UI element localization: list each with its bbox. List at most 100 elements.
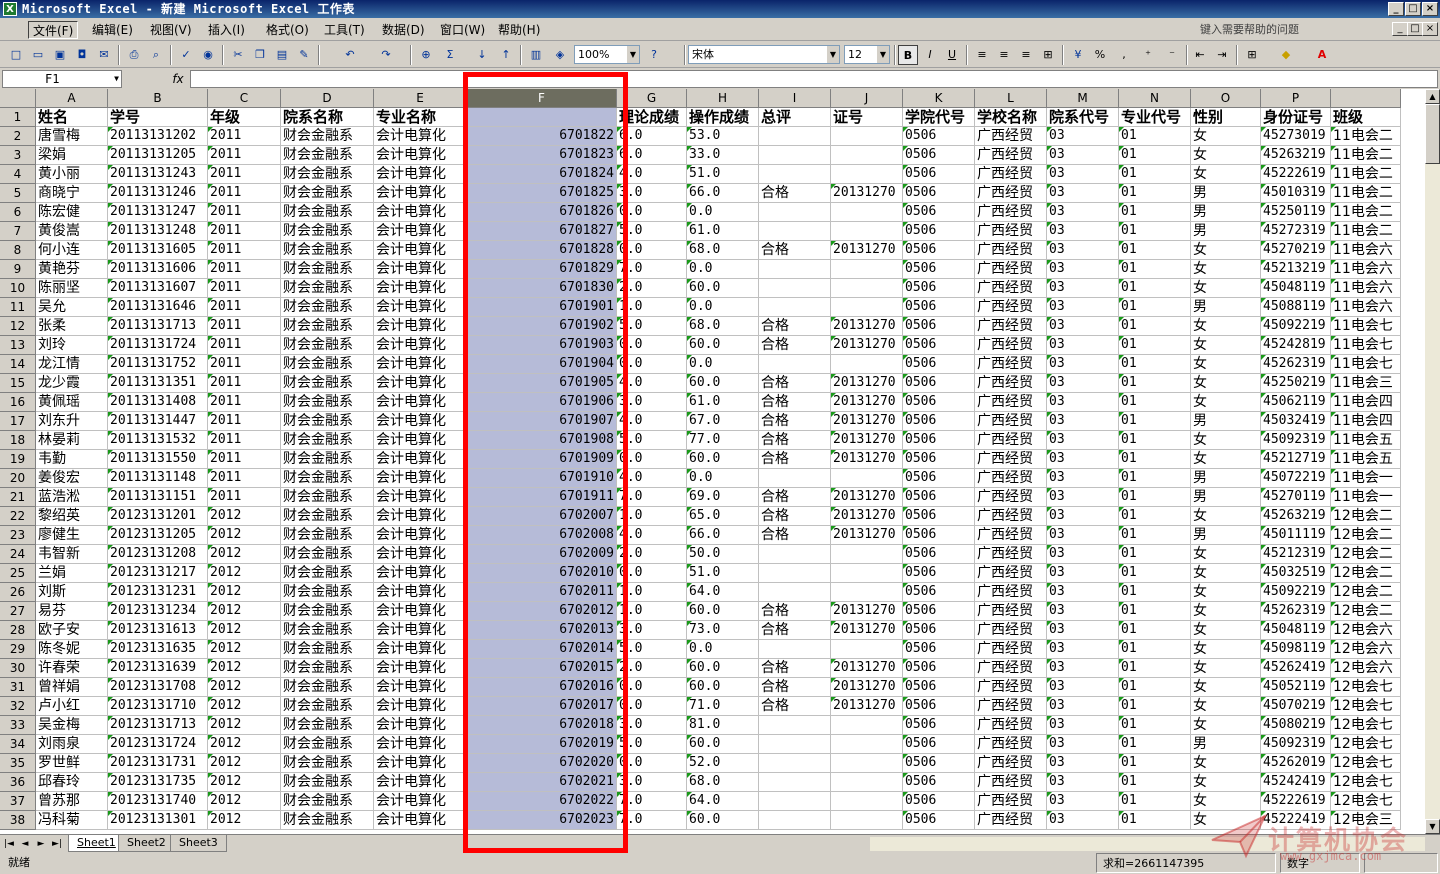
table-cell[interactable]: 20123131710: [108, 697, 208, 716]
table-cell[interactable]: 广西经贸: [975, 355, 1047, 374]
table-cell[interactable]: 03: [1047, 241, 1119, 260]
table-cell[interactable]: 财会金融系: [281, 165, 374, 184]
table-cell[interactable]: 4.0: [617, 526, 687, 545]
table-cell[interactable]: 女: [1191, 678, 1261, 697]
align-right-icon[interactable]: ≡: [1016, 45, 1036, 65]
table-cell[interactable]: 2.0: [617, 545, 687, 564]
table-cell[interactable]: 合格: [759, 393, 831, 412]
table-cell[interactable]: 女: [1191, 374, 1261, 393]
table-cell[interactable]: 11电会六: [1331, 279, 1401, 298]
header-cell[interactable]: 班级: [1331, 108, 1401, 127]
merge-center-icon[interactable]: ⊞: [1038, 45, 1058, 65]
table-cell[interactable]: 03: [1047, 659, 1119, 678]
row-header[interactable]: 26: [0, 583, 36, 602]
table-cell[interactable]: 03: [1047, 203, 1119, 222]
table-cell[interactable]: 2011: [208, 298, 281, 317]
table-cell[interactable]: 财会金融系: [281, 735, 374, 754]
table-cell[interactable]: 11电会二: [1331, 222, 1401, 241]
table-cell[interactable]: 合格: [759, 317, 831, 336]
table-cell[interactable]: 2011: [208, 317, 281, 336]
table-cell[interactable]: 0506: [903, 488, 975, 507]
table-cell[interactable]: [831, 792, 903, 811]
table-cell[interactable]: 01: [1119, 564, 1191, 583]
row-header[interactable]: 35: [0, 754, 36, 773]
row-header[interactable]: 6: [0, 203, 36, 222]
table-cell[interactable]: 会计电算化: [374, 792, 467, 811]
table-cell[interactable]: [831, 811, 903, 830]
header-cell[interactable]: 身份证号: [1261, 108, 1331, 127]
column-header-L[interactable]: L: [975, 89, 1047, 108]
table-cell[interactable]: 20123131201: [108, 507, 208, 526]
table-cell[interactable]: 45272319: [1261, 222, 1331, 241]
table-cell[interactable]: 会计电算化: [374, 203, 467, 222]
table-cell[interactable]: 11电会二: [1331, 165, 1401, 184]
table-cell[interactable]: 6701827: [467, 222, 617, 241]
table-cell[interactable]: 12电会七: [1331, 678, 1401, 697]
table-cell[interactable]: [831, 545, 903, 564]
table-cell[interactable]: 2011: [208, 203, 281, 222]
table-cell[interactable]: 20123131205: [108, 526, 208, 545]
column-header-P[interactable]: P: [1261, 89, 1331, 108]
table-cell[interactable]: 广西经贸: [975, 545, 1047, 564]
table-cell[interactable]: 12电会二: [1331, 545, 1401, 564]
table-cell[interactable]: 03: [1047, 773, 1119, 792]
table-cell[interactable]: 会计电算化: [374, 279, 467, 298]
row-header[interactable]: 24: [0, 545, 36, 564]
row-header[interactable]: 5: [0, 184, 36, 203]
table-cell[interactable]: 广西经贸: [975, 811, 1047, 830]
table-cell[interactable]: 45262419: [1261, 659, 1331, 678]
table-cell[interactable]: 01: [1119, 412, 1191, 431]
table-cell[interactable]: 会计电算化: [374, 659, 467, 678]
table-cell[interactable]: 0.0: [687, 298, 759, 317]
table-cell[interactable]: 6701910: [467, 469, 617, 488]
table-cell[interactable]: 20113131752: [108, 355, 208, 374]
row-header[interactable]: 16: [0, 393, 36, 412]
table-cell[interactable]: 0.0: [617, 336, 687, 355]
table-cell[interactable]: [831, 754, 903, 773]
table-cell[interactable]: 女: [1191, 431, 1261, 450]
table-cell[interactable]: 广西经贸: [975, 773, 1047, 792]
table-cell[interactable]: 20123131639: [108, 659, 208, 678]
menu-tools[interactable]: 工具(T): [320, 21, 369, 39]
underline-button[interactable]: U: [942, 45, 962, 65]
table-cell[interactable]: 女: [1191, 355, 1261, 374]
table-cell[interactable]: [831, 165, 903, 184]
table-cell[interactable]: 财会金融系: [281, 811, 374, 830]
hyperlink-icon[interactable]: ⊕: [416, 45, 436, 65]
close-button[interactable]: ×: [1422, 2, 1438, 16]
table-cell[interactable]: 财会金融系: [281, 336, 374, 355]
table-cell[interactable]: 12电会七: [1331, 697, 1401, 716]
table-cell[interactable]: 03: [1047, 526, 1119, 545]
table-cell[interactable]: 45032519: [1261, 564, 1331, 583]
table-cell[interactable]: 女: [1191, 279, 1261, 298]
header-cell[interactable]: 院系代号: [1047, 108, 1119, 127]
table-cell[interactable]: 0506: [903, 564, 975, 583]
table-cell[interactable]: 广西经贸: [975, 602, 1047, 621]
table-cell[interactable]: 0506: [903, 583, 975, 602]
table-cell[interactable]: 1.0: [617, 583, 687, 602]
column-header-O[interactable]: O: [1191, 89, 1261, 108]
table-cell[interactable]: 女: [1191, 127, 1261, 146]
row-header[interactable]: 20: [0, 469, 36, 488]
table-cell[interactable]: 合格: [759, 602, 831, 621]
table-cell[interactable]: 1.0: [617, 298, 687, 317]
table-cell[interactable]: 01: [1119, 811, 1191, 830]
first-sheet-icon[interactable]: |◄: [2, 837, 16, 851]
table-cell[interactable]: 会计电算化: [374, 564, 467, 583]
table-cell[interactable]: 11电会六: [1331, 241, 1401, 260]
table-cell[interactable]: 45062119: [1261, 393, 1331, 412]
row-header[interactable]: 28: [0, 621, 36, 640]
table-cell[interactable]: 2012: [208, 659, 281, 678]
table-cell[interactable]: 广西经贸: [975, 146, 1047, 165]
table-cell[interactable]: 45092219: [1261, 583, 1331, 602]
table-cell[interactable]: 会计电算化: [374, 602, 467, 621]
table-cell[interactable]: 2011: [208, 260, 281, 279]
table-cell[interactable]: 2012: [208, 507, 281, 526]
row-header[interactable]: 36: [0, 773, 36, 792]
table-cell[interactable]: 0506: [903, 279, 975, 298]
column-header-partial[interactable]: [1331, 89, 1401, 108]
table-cell[interactable]: 合格: [759, 241, 831, 260]
table-cell[interactable]: 广西经贸: [975, 127, 1047, 146]
table-cell[interactable]: 广西经贸: [975, 450, 1047, 469]
table-cell[interactable]: 广西经贸: [975, 260, 1047, 279]
